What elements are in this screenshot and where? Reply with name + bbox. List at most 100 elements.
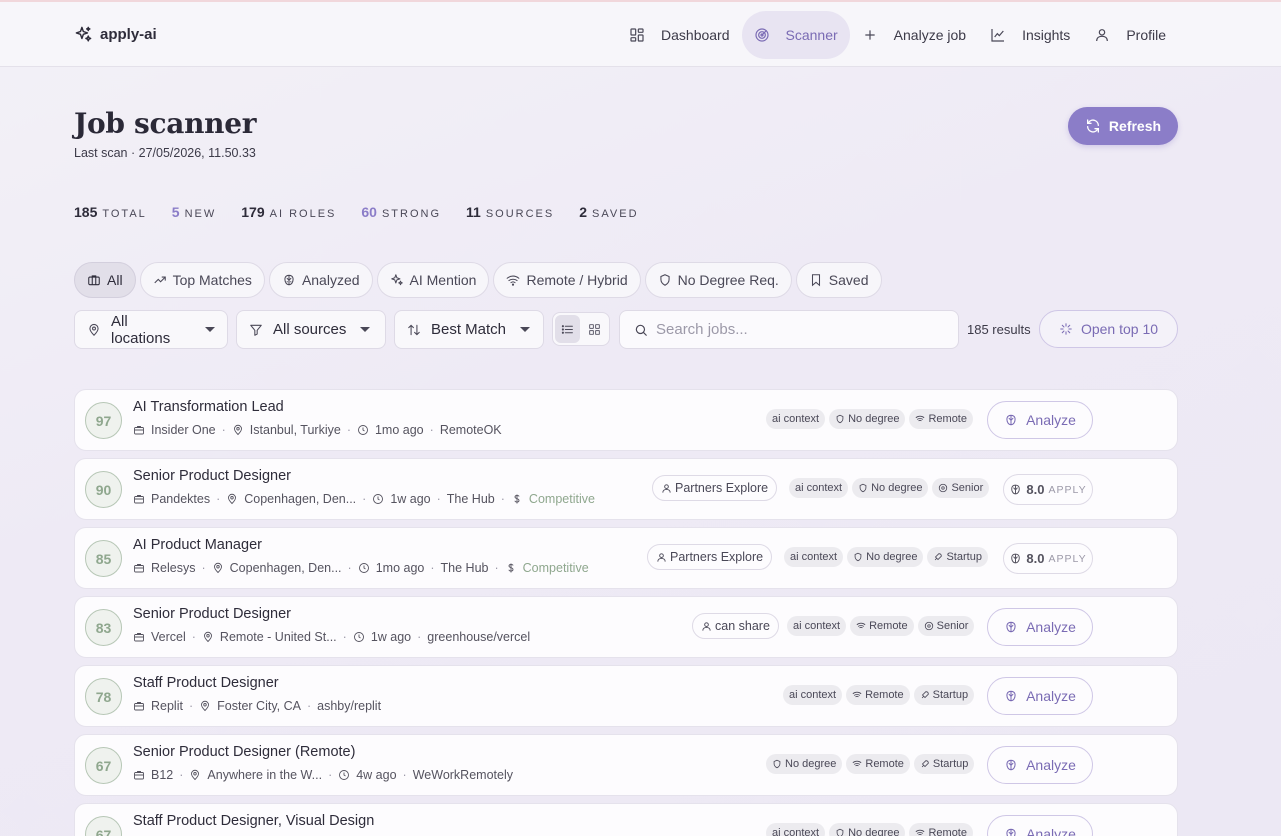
tag-startup: Startup xyxy=(913,685,975,705)
job-row[interactable]: 67 Staff Product Designer, Visual Design… xyxy=(74,803,1178,836)
analyze-button[interactable]: Analyze xyxy=(987,677,1093,715)
job-row[interactable]: 85 AI Product Manager Relesys · Copenhage… xyxy=(74,527,1178,589)
stat-value: 11 xyxy=(466,204,481,220)
job-row[interactable]: 78 Staff Product Designer Replit · Foster… xyxy=(74,665,1178,727)
contact-chip[interactable]: can share xyxy=(692,613,779,639)
tag-label: No degree xyxy=(866,551,918,563)
tag-label: Startup xyxy=(932,758,969,770)
nav-dashboard[interactable]: Dashboard xyxy=(617,11,742,59)
job-row[interactable]: 67 Senior Product Designer (Remote) B12 ·… xyxy=(74,734,1178,796)
job-title[interactable]: AI Product Manager xyxy=(133,537,262,553)
filter-chips: All Top Matches Analyzed AI Mention Remo… xyxy=(74,262,882,298)
chip-ai-mention[interactable]: AI Mention xyxy=(376,262,490,298)
rating-badge[interactable]: 8.0 APPLY xyxy=(1003,543,1093,574)
open-top-10-button[interactable]: Open top 10 xyxy=(1039,310,1178,348)
plus-icon xyxy=(865,30,875,40)
map-pin-icon xyxy=(228,493,237,505)
rocket-icon xyxy=(921,691,929,699)
job-tags: ai context No degree Senior xyxy=(789,478,990,498)
match-score: 97 xyxy=(85,402,122,439)
job-source: The Hub xyxy=(446,492,495,506)
source-select[interactable]: All sources xyxy=(236,310,386,349)
tag-label: No degree xyxy=(848,413,900,425)
refresh-button[interactable]: Refresh xyxy=(1068,107,1178,145)
nav-analyze-job[interactable]: Analyze job xyxy=(850,11,978,59)
job-title[interactable]: Staff Product Designer xyxy=(133,675,279,691)
job-title[interactable]: Senior Product Designer xyxy=(133,468,291,484)
grid-view-button[interactable] xyxy=(582,315,607,343)
chart-icon xyxy=(991,29,1005,42)
job-meta: B12 · Anywhere in the W... · 4w ago · WeWor… xyxy=(133,768,513,782)
tag-remote: Remote xyxy=(850,616,914,636)
rating-verdict: APPLY xyxy=(1048,483,1087,496)
job-tags: ai context No degree Remote xyxy=(766,409,973,429)
tag-ai-context: ai context xyxy=(766,409,826,429)
tag-label: Senior xyxy=(936,620,969,632)
wifi-icon xyxy=(852,691,862,698)
job-row[interactable]: 97 AI Transformation Lead Insider One · I… xyxy=(74,389,1178,451)
clock-icon xyxy=(339,770,350,780)
rating-badge[interactable]: 8.0 APPLY xyxy=(1003,474,1093,505)
user-icon xyxy=(1096,29,1109,42)
separator: · xyxy=(221,423,226,437)
brand-logo[interactable]: apply-ai xyxy=(74,25,157,44)
search-input[interactable] xyxy=(656,321,936,338)
contact-label: can share xyxy=(715,619,770,633)
stat-ai-roles: 179 AI ROLES xyxy=(241,204,336,222)
chip-saved[interactable]: Saved xyxy=(795,262,882,298)
stat-new: 5 NEW xyxy=(172,204,216,222)
analyze-button[interactable]: Analyze xyxy=(987,815,1093,836)
chip-no-degree[interactable]: No Degree Req. xyxy=(644,262,792,298)
chip-remote-hybrid[interactable]: Remote / Hybrid xyxy=(493,262,641,298)
map-pin-icon xyxy=(233,424,242,436)
tag-no-degree: No degree xyxy=(847,547,924,567)
match-score: 85 xyxy=(85,540,122,577)
analyze-button[interactable]: Analyze xyxy=(987,608,1093,646)
analyze-button[interactable]: Analyze xyxy=(987,401,1093,439)
wifi-icon xyxy=(507,275,520,286)
separator: · xyxy=(494,561,499,575)
nav-scanner[interactable]: Scanner xyxy=(741,11,850,59)
contact-chip[interactable]: Partners Explore xyxy=(652,475,778,501)
tag-label: Startup xyxy=(946,551,982,563)
chip-top-matches[interactable]: Top Matches xyxy=(139,262,265,298)
tag-label: ai context xyxy=(789,689,837,701)
job-title[interactable]: Staff Product Designer, Visual Design xyxy=(133,813,374,829)
nav-profile[interactable]: Profile xyxy=(1082,11,1178,59)
building-icon xyxy=(134,426,144,435)
stat-sources: 11 SOURCES xyxy=(466,204,554,222)
job-title[interactable]: Senior Product Designer xyxy=(133,606,291,622)
map-pin-icon xyxy=(203,631,212,643)
stat-label: SOURCES xyxy=(485,208,555,220)
shield-icon xyxy=(660,274,670,286)
chip-all[interactable]: All xyxy=(74,262,136,298)
job-title[interactable]: AI Transformation Lead xyxy=(133,399,284,415)
location-select[interactable]: All locations xyxy=(74,310,228,349)
job-row[interactable]: 83 Senior Product Designer Vercel · Remot… xyxy=(74,596,1178,658)
stat-label: NEW xyxy=(184,208,217,220)
stat-label: STRONG xyxy=(381,208,442,220)
analyze-button[interactable]: Analyze xyxy=(987,746,1093,784)
tag-ai-context: ai context xyxy=(787,616,847,636)
chip-label: Saved xyxy=(828,272,869,288)
posted-age: 1w ago xyxy=(370,630,412,644)
shield-icon xyxy=(859,483,867,493)
stat-value: 185 xyxy=(74,204,98,220)
sort-select[interactable]: Best Match xyxy=(394,310,544,349)
open-top-label: Open top 10 xyxy=(1080,321,1159,337)
company-name: Replit xyxy=(151,699,183,713)
contact-chip[interactable]: Partners Explore xyxy=(647,544,773,570)
chip-analyzed[interactable]: Analyzed xyxy=(268,262,373,298)
tag-label: Remote xyxy=(869,620,908,632)
list-icon xyxy=(561,324,573,334)
nav-insights[interactable]: Insights xyxy=(978,11,1082,59)
chip-label: Top Matches xyxy=(172,272,252,288)
tag-label: ai context xyxy=(793,620,841,632)
separator: · xyxy=(216,492,221,506)
last-scan-text: Last scan · 27/05/2026, 11.50.33 xyxy=(74,146,256,160)
tag-label: ai context xyxy=(772,413,820,425)
job-title[interactable]: Senior Product Designer (Remote) xyxy=(133,744,355,760)
list-view-button[interactable] xyxy=(555,315,580,343)
tag-label: ai context xyxy=(790,551,838,563)
job-row[interactable]: 90 Senior Product Designer Pandektes · Co… xyxy=(74,458,1178,520)
